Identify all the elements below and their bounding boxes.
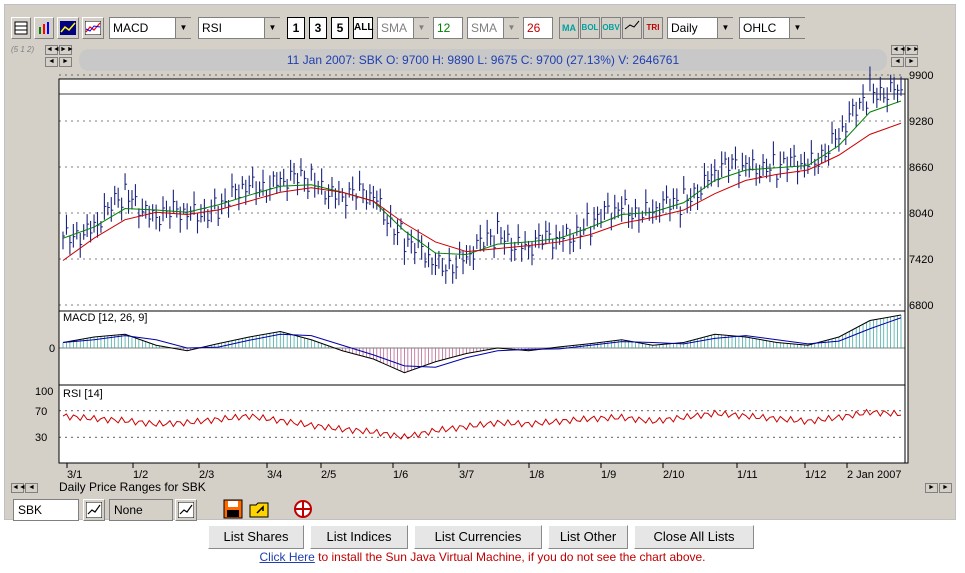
price-tick-label: 7420 xyxy=(909,254,933,266)
price-tick-label: 9280 xyxy=(909,116,933,128)
stock-chart[interactable]: 9900 9280 8660 8040 7420 6800 0 MACD [12, 26, 9… xyxy=(5,5,957,521)
x-tick-label: 1/9 xyxy=(601,469,616,481)
add-symbol-icon[interactable] xyxy=(83,499,105,521)
chart-applet: MACD ▼ RSI ▼ 1 3 5 ALL SMA ▼ 12 SMA ▼ 26… xyxy=(4,4,957,521)
footer-text: to install the Sun Java Virtual Machine,… xyxy=(314,550,706,564)
list-other-button[interactable]: List Other xyxy=(548,525,628,549)
x-tick-label: 2/10 xyxy=(663,469,684,481)
x-tick-label: 2 Jan 2007 xyxy=(847,469,901,481)
rsi-tick-label: 30 xyxy=(35,432,47,444)
rsi-label: RSI [14] xyxy=(63,388,103,400)
chart-caption: Daily Price Ranges for SBK xyxy=(59,480,206,494)
rsi-tick-label: 70 xyxy=(35,406,47,418)
rsi-tick-label: 100 xyxy=(35,386,53,398)
right-edge xyxy=(904,78,909,464)
bottom-left-icon[interactable]: ◄ xyxy=(25,483,38,493)
close-all-lists-button[interactable]: Close All Lists xyxy=(634,525,754,549)
footer-message: Click Here to install the Sun Java Virtu… xyxy=(0,550,965,564)
x-tick-label: 1/12 xyxy=(805,469,826,481)
list-currencies-button[interactable]: List Currencies xyxy=(414,525,542,549)
install-jvm-link[interactable]: Click Here xyxy=(259,550,314,564)
price-tick-label: 6800 xyxy=(909,300,933,312)
price-tick-label: 9900 xyxy=(909,70,933,82)
add-compare-icon[interactable] xyxy=(175,499,197,521)
save-icon[interactable] xyxy=(223,499,243,519)
x-tick-label: 3/7 xyxy=(459,469,474,481)
price-tick-label: 8660 xyxy=(909,162,933,174)
list-indices-button[interactable]: List Indices xyxy=(310,525,408,549)
list-shares-button[interactable]: List Shares xyxy=(208,525,304,549)
x-tick-label: 3/4 xyxy=(267,469,282,481)
bottom-left-fast-icon[interactable]: ◄◄ xyxy=(11,483,26,493)
x-tick-label: 1/8 xyxy=(529,469,544,481)
macd-zero-label: 0 xyxy=(49,343,55,355)
price-panel xyxy=(58,78,906,312)
x-tick-label: 1/11 xyxy=(737,469,758,481)
bottom-right-icon[interactable]: ► xyxy=(925,483,938,493)
compare-input[interactable]: None xyxy=(109,499,173,521)
crosshair-icon[interactable] xyxy=(293,499,313,519)
bottom-right-fast-icon[interactable]: ► xyxy=(939,483,952,493)
price-tick-label: 8040 xyxy=(909,208,933,220)
app-window: MACD ▼ RSI ▼ 1 3 5 ALL SMA ▼ 12 SMA ▼ 26… xyxy=(0,0,965,573)
macd-label: MACD [12, 26, 9] xyxy=(63,312,147,324)
x-tick-label: 2/5 xyxy=(321,469,336,481)
open-folder-icon[interactable] xyxy=(249,499,271,519)
symbol-input[interactable]: SBK xyxy=(13,499,79,521)
x-tick-label: 1/6 xyxy=(393,469,408,481)
